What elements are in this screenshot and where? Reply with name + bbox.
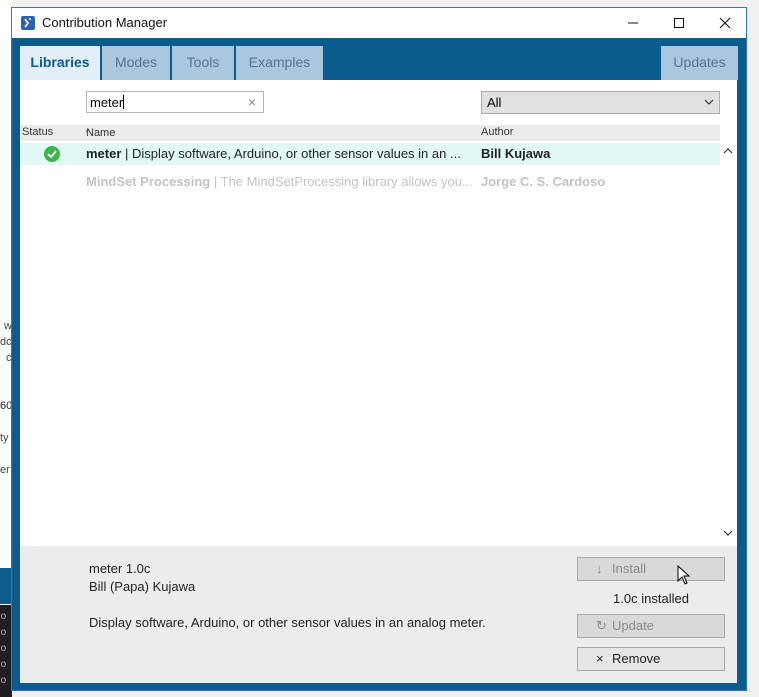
table-row[interactable]: MindSet Processing | The MindSetProcessi… — [20, 171, 720, 193]
remove-button[interactable]: × Remove — [577, 647, 725, 671]
chevron-down-icon — [704, 99, 714, 105]
library-summary: Display software, Arduino, or other sens… — [132, 146, 461, 161]
sort-ascending-icon: ^ — [86, 127, 91, 137]
console-line: Po — [0, 611, 7, 622]
table-row[interactable]: meter | Display software, Arduino, or ot… — [20, 143, 720, 165]
name-header-label: Name — [86, 127, 116, 139]
tab-examples[interactable]: Examples — [236, 46, 323, 80]
remove-x-icon: × — [596, 651, 604, 666]
background-text: dc — [0, 336, 12, 348]
close-button[interactable] — [702, 8, 748, 38]
console-line: Po — [0, 627, 7, 638]
search-value: meter — [90, 95, 125, 110]
minimize-button[interactable] — [610, 8, 656, 38]
library-name-cell: meter | Display software, Arduino, or ot… — [86, 146, 474, 161]
library-name: meter — [86, 146, 122, 161]
update-button[interactable]: ↻ Update — [577, 614, 725, 638]
details-panel: meter 1.0c Bill (Papa) Kujawa Display so… — [20, 546, 737, 683]
refresh-icon: ↻ — [596, 618, 607, 633]
clear-search-icon[interactable]: × — [248, 94, 256, 110]
table-header: Status Name ^ Author — [20, 125, 720, 141]
close-icon — [719, 17, 731, 29]
mouse-cursor-icon — [677, 565, 691, 585]
install-label: Install — [612, 561, 646, 576]
install-button[interactable]: ↓ Install — [577, 557, 725, 581]
maximize-button[interactable] — [656, 8, 702, 38]
library-author: Bill Kujawa — [481, 146, 551, 161]
library-summary: The MindSetProcessing library allows you… — [220, 174, 473, 189]
details-description: Display software, Arduino, or other sens… — [89, 615, 486, 630]
tab-updates[interactable]: Updates — [661, 46, 738, 80]
tab-tools[interactable]: Tools — [172, 46, 234, 80]
category-tabs: Libraries Modes Tools Examples Updates — [12, 38, 746, 80]
background-text: er — [0, 464, 10, 476]
title-bar[interactable]: Contribution Manager — [12, 8, 746, 38]
library-name-cell: MindSet Processing | The MindSetProcessi… — [86, 174, 474, 189]
background-text: ty — [0, 432, 9, 444]
window-title: Contribution Manager — [42, 15, 168, 30]
contribution-manager-window: Contribution Manager Libraries Modes Too… — [11, 7, 747, 691]
console-line: Po — [0, 675, 7, 686]
libraries-panel: meter × All Status Name ^ Author meter |… — [20, 80, 737, 546]
manager-body: Libraries Modes Tools Examples Updates m… — [12, 38, 746, 690]
minimize-icon — [628, 22, 638, 24]
scroll-down-icon[interactable] — [723, 530, 733, 537]
download-arrow-icon: ↓ — [596, 561, 603, 576]
status-column-header[interactable]: Status — [22, 126, 53, 138]
search-text: meter — [90, 95, 124, 110]
installed-version: 1.0c installed — [613, 591, 689, 606]
name-separator: | — [210, 174, 221, 189]
author-column-header[interactable]: Author — [481, 126, 513, 138]
details-title: meter 1.0c — [89, 561, 151, 576]
remove-label: Remove — [612, 651, 661, 666]
installed-check-icon — [44, 146, 60, 162]
library-author: Jorge C. S. Cardoso — [481, 174, 606, 189]
category-filter-select[interactable]: All — [481, 91, 720, 114]
tab-libraries[interactable]: Libraries — [20, 46, 100, 80]
console-line: Po — [0, 643, 7, 654]
library-name: MindSet Processing — [86, 174, 211, 189]
filter-selected: All — [487, 95, 502, 110]
text-caret — [123, 95, 125, 109]
update-label: Update — [612, 618, 654, 633]
search-input[interactable]: meter × — [86, 91, 264, 113]
console-line: Po — [0, 659, 7, 670]
details-author: Bill (Papa) Kujawa — [89, 579, 196, 594]
maximize-icon — [674, 18, 684, 28]
name-separator: | — [121, 146, 133, 161]
processing-app-icon — [21, 16, 35, 30]
scroll-up-icon[interactable] — [723, 147, 733, 154]
tab-modes[interactable]: Modes — [102, 46, 170, 80]
